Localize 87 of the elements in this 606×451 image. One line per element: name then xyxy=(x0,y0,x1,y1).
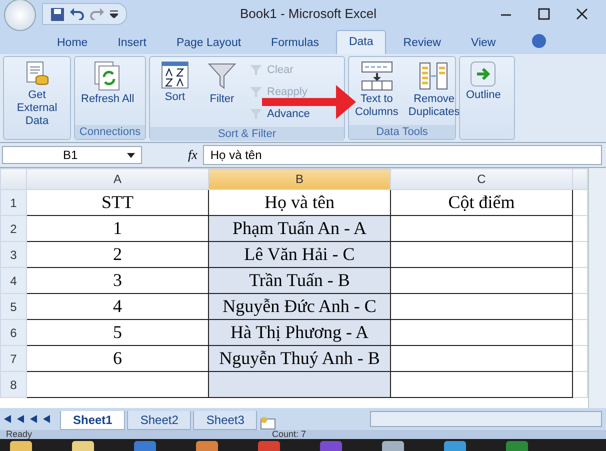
button-label: Filter xyxy=(210,93,234,106)
table-cell: Lê Văn Hải - C xyxy=(208,242,390,268)
button-label: Get External Data xyxy=(16,89,58,128)
outline-icon xyxy=(470,61,496,87)
group-label: Sort & Filter xyxy=(150,127,344,141)
row-header[interactable]: 6 xyxy=(0,320,26,346)
ribbon-button[interactable]: Remove Duplicates xyxy=(405,59,463,121)
taskbar-app-icon[interactable] xyxy=(382,441,404,451)
database-icon xyxy=(25,61,49,87)
table-cell: 2 xyxy=(26,242,208,268)
table-cell: 4 xyxy=(26,294,208,320)
ribbon-tab[interactable]: Home xyxy=(44,31,101,54)
table-cell: Trần Tuấn - B xyxy=(208,268,390,294)
button-label: Outline xyxy=(466,89,501,102)
taskbar-app-icon[interactable] xyxy=(134,441,156,451)
count-text: Count: 7 xyxy=(272,430,306,439)
horizontal-scrollbar[interactable] xyxy=(370,411,602,427)
taskbar-app-icon[interactable] xyxy=(196,441,218,451)
button-label: Remove Duplicates xyxy=(408,93,460,119)
taskbar-app-icon[interactable] xyxy=(258,441,280,451)
row-header[interactable]: 8 xyxy=(0,372,26,398)
ribbon-button[interactable]: Refresh All xyxy=(78,59,138,108)
ribbon-button[interactable]: Advance xyxy=(267,108,310,120)
ribbon-tab[interactable]: Page Layout xyxy=(163,31,254,54)
select-all-corner[interactable] xyxy=(0,168,26,190)
maximize-icon[interactable] xyxy=(538,8,550,20)
sheet-tab[interactable]: Sheet1 xyxy=(60,411,126,430)
table-cell: Hà Thị Phương - A xyxy=(208,320,390,346)
name-box[interactable]: B1 xyxy=(2,146,142,164)
column-header[interactable]: C xyxy=(390,168,572,190)
ribbon-tab[interactable]: Insert xyxy=(104,31,160,54)
first-sheet-icon[interactable] xyxy=(4,415,11,423)
row-header[interactable]: 1 xyxy=(0,190,26,216)
previous-sheet-icon[interactable] xyxy=(17,415,24,423)
table-cell: Phạm Tuấn An - A xyxy=(208,216,390,242)
ribbon-button[interactable]: Text to Columns xyxy=(352,59,402,121)
sheet-tab[interactable]: Sheet2 xyxy=(127,411,192,430)
ribbon-button[interactable]: Filter xyxy=(204,59,240,108)
group-label: Data Tools xyxy=(349,125,455,139)
row-header[interactable]: 3 xyxy=(0,242,26,268)
row-header[interactable]: 7 xyxy=(0,346,26,372)
table-cell: Cột điểm xyxy=(390,190,572,216)
ribbon-tab[interactable]: View xyxy=(458,31,509,54)
undo-icon[interactable] xyxy=(70,8,84,20)
table-cell: 6 xyxy=(26,346,208,372)
ribbon-tab[interactable]: Formulas xyxy=(258,31,332,54)
table-cell: Nguyễn Đức Anh - C xyxy=(208,294,390,320)
text-to-columns-icon xyxy=(360,61,393,91)
button-label: Sort xyxy=(164,91,186,104)
insert-sheet-icon[interactable] xyxy=(259,416,278,430)
dropdown-icon[interactable] xyxy=(127,152,135,158)
row-header[interactable]: 4 xyxy=(0,268,26,294)
save-icon[interactable] xyxy=(51,8,64,20)
taskbar-app-icon[interactable] xyxy=(72,441,94,451)
table-cell: 5 xyxy=(26,320,208,346)
table-cell: 3 xyxy=(26,268,208,294)
row-header[interactable]: 5 xyxy=(0,294,26,320)
sheet-tab[interactable]: Sheet3 xyxy=(193,411,258,430)
window-title: Book1 - Microsoft Excel xyxy=(240,6,377,21)
customize-menu-icon[interactable] xyxy=(110,10,118,18)
office-button[interactable] xyxy=(4,0,36,31)
filter-icon xyxy=(207,61,237,91)
sort-icon xyxy=(161,61,189,89)
table-cell: Nguyễn Thuý Anh - B xyxy=(208,346,390,372)
ribbon-button[interactable]: Sort xyxy=(158,59,192,106)
formula-field[interactable]: Họ và tên xyxy=(203,145,602,165)
group-label: Connections xyxy=(75,125,145,139)
taskbar-app-icon[interactable] xyxy=(444,441,466,451)
status-text: Ready xyxy=(6,430,32,439)
vertical-scrollbar[interactable] xyxy=(588,168,606,408)
button-label: Text to Columns xyxy=(355,93,398,119)
row-header[interactable]: 2 xyxy=(0,216,26,242)
ribbon-tab[interactable]: Data xyxy=(336,30,386,54)
button-label: Refresh All xyxy=(81,93,134,106)
taskbar-app-icon[interactable] xyxy=(10,441,32,451)
table-cell: 1 xyxy=(26,216,208,242)
refresh-icon xyxy=(94,61,122,91)
taskbar-app-icon[interactable] xyxy=(320,441,342,451)
ribbon-tab[interactable]: Review xyxy=(390,31,454,54)
redo-icon[interactable] xyxy=(90,8,104,20)
column-header[interactable]: A xyxy=(26,168,208,190)
remove-duplicates-icon xyxy=(418,61,450,91)
taskbar-app-icon[interactable] xyxy=(506,441,528,451)
insert-function-button[interactable]: fx xyxy=(188,147,198,163)
column-header[interactable]: B xyxy=(208,168,390,190)
table-cell: STT xyxy=(26,190,208,216)
close-icon[interactable] xyxy=(576,8,588,20)
